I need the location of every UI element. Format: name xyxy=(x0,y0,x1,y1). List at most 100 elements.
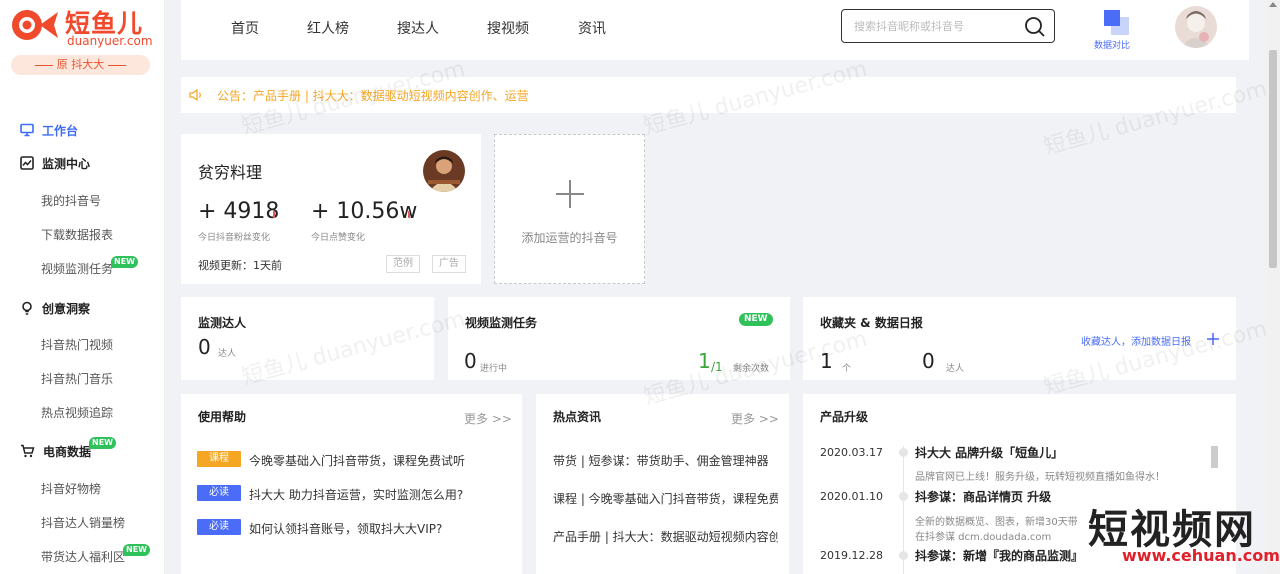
chart-line-icon xyxy=(20,156,34,170)
help-item-text[interactable]: 抖大大 助力抖音运营，实时监测怎么用? xyxy=(249,486,463,503)
likes-trend-tick xyxy=(408,211,410,218)
upgrade-item-desc-2: 在抖参谋 dcm.doudada.com xyxy=(915,532,1052,543)
data-compare-icon[interactable] xyxy=(1103,9,1131,37)
hot-news-card: 热点资讯 更多 >> 带货 | 短参谋：带货助手、佣金管理神器 课程 | 今晚零… xyxy=(536,394,789,574)
video-task-card[interactable]: 视频监测任务 NEW 0 进行中 1 /1 剩余次数 xyxy=(448,297,790,380)
add-account-card[interactable]: 添加运营的抖音号 xyxy=(494,134,645,284)
brand-logo[interactable]: 短鱼儿 duanyuer.com xyxy=(10,4,155,48)
product-upgrade-card: 产品升级 2020.03.17 抖大大 品牌升级「短鱼儿」 品牌官网已上线！服务… xyxy=(803,394,1236,574)
sidebar-item-hot-videos[interactable]: 抖音热门视频 xyxy=(41,335,113,355)
page-scrollbar[interactable] xyxy=(1266,0,1280,574)
upgrade-date: 2020.01.10 xyxy=(820,490,883,503)
upgrade-item-title[interactable]: 抖大大 品牌升级「短鱼儿」 xyxy=(915,444,1063,461)
help-more-link[interactable]: 更多 >> xyxy=(464,410,512,427)
sidebar-item-workbench[interactable]: 工作台 xyxy=(20,120,78,140)
help-item-text[interactable]: 如何认领抖音账号，领取抖大大VIP? xyxy=(249,520,442,537)
video-task-running-count: 0 xyxy=(464,349,477,373)
video-task-title: 视频监测任务 xyxy=(465,316,538,330)
favorites-title: 收藏夹 & 数据日报 xyxy=(820,316,923,330)
sidebar-item-video-monitor[interactable]: 视频监测任务 xyxy=(41,259,113,279)
timeline-scroll-thumb[interactable] xyxy=(1211,446,1218,468)
video-task-remaining-total: /1 xyxy=(711,360,723,374)
sidebar-item-download-report[interactable]: 下载数据报表 xyxy=(41,225,113,245)
new-badge: NEW xyxy=(739,313,773,326)
search-icon[interactable] xyxy=(1024,16,1046,38)
timeline-dot xyxy=(899,448,908,457)
sidebar-section-ecommerce[interactable]: 电商数据 xyxy=(20,441,91,461)
topnav-search-video[interactable]: 搜视频 xyxy=(487,18,529,38)
user-avatar[interactable] xyxy=(1175,6,1217,48)
topnav-search-influencer[interactable]: 搜达人 xyxy=(397,18,439,38)
hot-news-more-link[interactable]: 更多 >> xyxy=(731,410,779,427)
news-item[interactable]: 课程 | 今晚零基础入门抖音带货，课程免费 xyxy=(553,490,778,507)
plus-icon xyxy=(556,180,584,208)
timeline-dot xyxy=(899,551,908,560)
news-item[interactable]: 产品手册 | 抖大大：数据驱动短视频内容创 xyxy=(553,528,778,545)
upgrade-item-desc: 全新的数据概览、图表，新增30天带 xyxy=(915,517,1078,528)
sidebar-item-label: 工作台 xyxy=(42,123,79,138)
favorites-link[interactable]: 收藏达人，添加数据日报 xyxy=(1081,333,1191,348)
monitor-influencer-card[interactable]: 监测达人 0 达人 xyxy=(181,297,434,380)
topnav-news[interactable]: 资讯 xyxy=(578,18,606,38)
upgrade-title: 产品升级 xyxy=(820,410,869,424)
topnav-home[interactable]: 首页 xyxy=(231,18,259,38)
upgrade-date: 2019.12.28 xyxy=(820,549,883,562)
upgrade-item-desc: 品牌官网已上线！服务升级，玩转短视频直播如鱼得水！ xyxy=(915,472,1165,483)
account-name[interactable]: 贫穷料理 xyxy=(198,159,262,183)
sidebar-item-sales-rank[interactable]: 抖音达人销量榜 xyxy=(41,513,125,533)
account-avatar[interactable] xyxy=(423,150,465,192)
search-box xyxy=(841,9,1055,43)
favorites-unit: 个 xyxy=(842,364,852,374)
help-tag: 课程 xyxy=(197,451,241,467)
sidebar-item-my-douyin[interactable]: 我的抖音号 xyxy=(41,191,101,211)
upgrade-item-title[interactable]: 抖参谋：商品详情页 升级 xyxy=(915,488,1051,505)
timeline-dot xyxy=(899,492,908,501)
likes-change-label: 今日点赞变化 xyxy=(311,233,366,243)
scrollbar-thumb[interactable] xyxy=(1269,50,1277,268)
sidebar-item-good-products[interactable]: 抖音好物榜 xyxy=(41,479,101,499)
monitor-icon xyxy=(20,123,34,137)
search-input[interactable] xyxy=(854,11,1024,41)
help-tag: 必读 xyxy=(197,485,241,501)
new-badge: NEW xyxy=(111,256,138,268)
monitor-count: 0 xyxy=(198,335,211,359)
add-plus-icon[interactable] xyxy=(1206,332,1220,346)
sidebar-section-monitor[interactable]: 监测中心 xyxy=(20,153,90,173)
sidebar-item-hot-music[interactable]: 抖音热门音乐 xyxy=(41,369,113,389)
help-card: 使用帮助 更多 >> 课程 今晚零基础入门抖音带货，课程免费试听 必读 抖大大 … xyxy=(181,394,522,574)
fish-logo-icon xyxy=(12,10,58,40)
origin-label: 原 抖大大 xyxy=(56,58,105,71)
daily-report-unit: 达人 xyxy=(946,364,965,374)
monitor-unit: 达人 xyxy=(218,349,237,359)
new-badge: NEW xyxy=(123,544,150,556)
sidebar-section-insight[interactable]: 创意洞察 xyxy=(20,298,90,318)
example-button[interactable]: 范例 xyxy=(386,255,420,273)
video-task-remaining-count: 1 xyxy=(698,349,711,373)
video-update-text: 视频更新：1天前 xyxy=(198,259,282,272)
brand-name-en: duanyuer.com xyxy=(67,34,153,48)
upgrade-item-title[interactable]: 抖参谋：新增『我的商品监测』 xyxy=(915,547,1083,564)
top-navbar: 首页 红人榜 搜达人 搜视频 资讯 数据对比 xyxy=(181,0,1249,60)
notice-text[interactable]: 公告：产品手册 | 抖大大：数据驱动短视频内容创作、运营 xyxy=(217,87,529,104)
upgrade-date: 2020.03.17 xyxy=(820,446,883,459)
topnav-influencer-rank[interactable]: 红人榜 xyxy=(307,18,349,38)
lightbulb-icon xyxy=(22,301,32,315)
sidebar: 短鱼儿 duanyuer.com 原 抖大大 工作台 监测中心 我的抖音号 下载… xyxy=(0,0,165,574)
scroll-up-arrow-icon[interactable] xyxy=(1269,2,1277,7)
account-card: 贫穷料理 + 4918 今日抖音粉丝变化 + 10.56w 今日点赞变化 视频更… xyxy=(181,134,481,284)
help-tag: 必读 xyxy=(197,519,241,535)
ad-button[interactable]: 广告 xyxy=(432,255,466,273)
data-compare-label[interactable]: 数据对比 xyxy=(1094,38,1130,51)
news-item[interactable]: 带货 | 短参谋：带货助手、佣金管理神器 xyxy=(553,452,778,469)
sidebar-section-label: 创意洞察 xyxy=(42,301,91,316)
likes-change-value: + 10.56w xyxy=(311,199,418,224)
origin-pill: 原 抖大大 xyxy=(11,55,150,75)
help-item-text[interactable]: 今晚零基础入门抖音带货，课程免费试听 xyxy=(249,452,465,469)
sidebar-item-hot-tracking[interactable]: 热点视频追踪 xyxy=(41,403,113,423)
sidebar-item-welfare[interactable]: 带货达人福利区 xyxy=(41,547,125,567)
video-task-running-label: 进行中 xyxy=(480,364,508,374)
avatar-image xyxy=(1175,6,1217,48)
cart-icon xyxy=(21,444,35,458)
fans-change-value: + 4918 xyxy=(198,199,280,224)
favorites-count: 1 xyxy=(820,349,833,373)
